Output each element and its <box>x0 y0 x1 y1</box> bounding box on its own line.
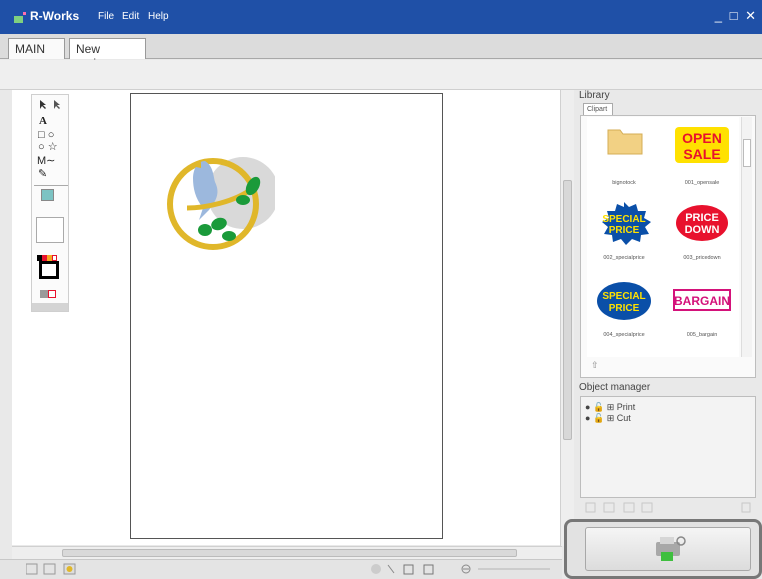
clip-item-specialprice-2[interactable]: SPECIAL PRICE 004_specialprice <box>587 277 661 355</box>
horizontal-scroll-thumb[interactable] <box>62 549 517 557</box>
canvas-vertical-scrollbar[interactable] <box>560 90 574 546</box>
lock-icon[interactable]: 🔓 <box>593 402 604 412</box>
svg-text:SPECIAL: SPECIAL <box>602 291 645 302</box>
tab-main-label: MAIN <box>15 42 45 56</box>
menu-file[interactable]: File <box>98 11 114 22</box>
clip-item-bargain[interactable]: BARGAIN 005_bargain <box>665 277 739 355</box>
svg-text:OPEN: OPEN <box>682 130 722 146</box>
color-preview[interactable] <box>36 217 64 243</box>
visibility-icon[interactable]: ● <box>585 413 590 423</box>
page-canvas[interactable] <box>130 93 443 539</box>
view-mode-icons[interactable] <box>26 563 76 576</box>
clip-item-specialprice[interactable]: SPECIAL PRICE 002_specialprice <box>587 197 661 275</box>
palette-footer <box>32 303 68 311</box>
folder-icon <box>607 129 643 155</box>
output-button[interactable] <box>585 527 751 571</box>
price-down-art: PRICE DOWN <box>676 205 728 241</box>
canvas-horizontal-scrollbar[interactable] <box>12 546 562 559</box>
clip-label: 001_opensale <box>684 180 720 186</box>
bargain-art: BARGAIN <box>673 289 731 311</box>
library-scroll-thumb[interactable] <box>743 139 751 167</box>
palette-divider <box>34 185 68 186</box>
svg-text:PRICE: PRICE <box>685 212 719 224</box>
menu-help[interactable]: Help <box>148 11 169 22</box>
clip-label: 004_specialprice <box>603 332 645 338</box>
window-controls[interactable]: _ □ ✕ <box>715 8 758 24</box>
polygon-star-tool-icon[interactable]: ○ ☆ <box>38 142 58 153</box>
text-tool-icon[interactable]: A <box>39 116 47 127</box>
app-logo-icon <box>14 11 30 23</box>
visibility-icon[interactable]: ● <box>585 402 590 412</box>
zoom-controls[interactable] <box>370 563 560 576</box>
object-row-cut[interactable]: ● 🔓 ⊞ Cut <box>585 413 631 424</box>
toolbar-strip <box>0 60 762 90</box>
app-title: R-Works <box>30 9 80 23</box>
tool-palette: A □ ○ ○ ☆ M∼ ✎ <box>31 94 69 312</box>
library-scrollbar[interactable] <box>741 117 752 357</box>
clip-label: 005_bargain <box>686 332 718 338</box>
clip-label: 003_pricedown <box>683 255 721 261</box>
bird-artwork[interactable] <box>165 144 275 264</box>
clip-item-folder[interactable]: bignotock <box>587 117 661 195</box>
special-price-circle-art: SPECIAL PRICE <box>597 282 651 320</box>
clip-label: bignotock <box>612 180 636 186</box>
svg-text:PRICE: PRICE <box>609 225 640 236</box>
pen-tool-icon[interactable]: ✎ <box>38 169 47 180</box>
svg-text:SALE: SALE <box>683 146 720 162</box>
object-manager-panel: ● 🔓 ⊞ Print ● 🔓 ⊞ Cut <box>580 396 756 498</box>
stroke-width-icon[interactable] <box>39 261 59 279</box>
clipart-grid: bignotock OPEN SALE 001_opensale SPECIAL… <box>587 117 739 357</box>
status-bar <box>0 559 562 579</box>
special-price-art: SPECIAL PRICE <box>602 202 651 245</box>
svg-text:DOWN: DOWN <box>685 224 720 236</box>
svg-text:SPECIAL: SPECIAL <box>602 214 645 225</box>
lock-icon[interactable]: 🔓 <box>593 413 604 423</box>
no-fill-icon[interactable] <box>40 285 58 298</box>
tab-main[interactable]: MAIN <box>8 38 65 59</box>
object-manager-toolbar <box>580 501 756 517</box>
object-label: Cut <box>616 413 631 423</box>
expand-icon[interactable]: ⊞ <box>607 402 615 412</box>
library-up-icon[interactable]: ⇧ <box>591 360 599 371</box>
svg-text:BARGAIN: BARGAIN <box>674 294 730 308</box>
clip-label: 002_specialprice <box>603 255 645 261</box>
line-curve-tool-icon[interactable]: M∼ <box>37 156 55 167</box>
rect-ellipse-tool-icon[interactable]: □ ○ <box>38 130 54 141</box>
object-label: Print <box>616 402 636 412</box>
clip-item-opensale[interactable]: OPEN SALE 001_opensale <box>665 117 739 195</box>
title-bar <box>0 0 762 34</box>
svg-text:PRICE: PRICE <box>609 303 640 314</box>
tab-new-project[interactable]: New proje✕ <box>69 38 146 70</box>
library-title: Library <box>579 90 610 101</box>
object-manager-title: Object manager <box>579 382 651 393</box>
expand-icon[interactable]: ⊞ <box>607 413 615 423</box>
vertical-scroll-thumb[interactable] <box>563 180 572 440</box>
printer-icon <box>656 536 686 561</box>
fill-tool-icon[interactable] <box>41 189 54 201</box>
menu-edit[interactable]: Edit <box>122 11 139 22</box>
color-swatches[interactable] <box>37 248 61 261</box>
open-sale-art: OPEN SALE <box>675 127 729 163</box>
object-row-print[interactable]: ● 🔓 ⊞ Print <box>585 402 635 413</box>
select-tool-icon[interactable] <box>38 99 64 110</box>
clip-item-pricedown[interactable]: PRICE DOWN 003_pricedown <box>665 197 739 275</box>
